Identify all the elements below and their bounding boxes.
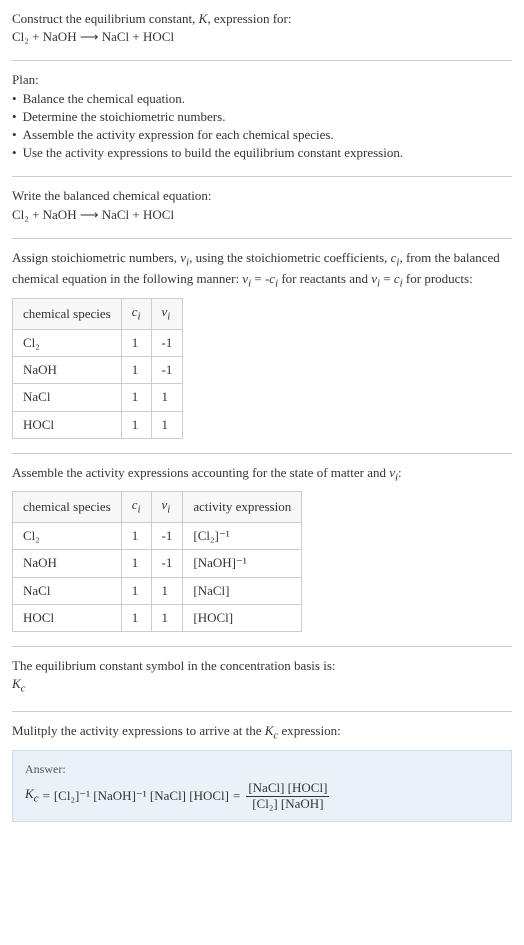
fraction: [NaCl] [HOCl] [Cl₂] [NaOH] (246, 781, 329, 811)
col-vi: νi (151, 299, 183, 330)
col-species: chemical species (13, 492, 122, 523)
assign-section: Assign stoichiometric numbers, νi, using… (12, 249, 512, 439)
answer-label: Answer: (25, 761, 499, 778)
divider (12, 238, 512, 239)
multiply-text: Mulitply the activity expressions to arr… (12, 722, 512, 744)
table-row: NaCl11 (13, 384, 183, 411)
table-row: NaOH1-1 (13, 357, 183, 384)
table-row: NaCl11[NaCl] (13, 577, 302, 604)
fraction-numerator: [NaCl] [HOCl] (246, 781, 329, 796)
activity-section: Assemble the activity expressions accoun… (12, 464, 512, 632)
cell: 1 (151, 604, 183, 631)
table-header-row: chemical species ci νi activity expressi… (13, 492, 302, 523)
balanced-heading: Write the balanced chemical equation: (12, 187, 512, 205)
symbol-section: The equilibrium constant symbol in the c… (12, 657, 512, 697)
plan-item: • Determine the stoichiometric numbers. (12, 108, 512, 126)
intro-section: Construct the equilibrium constant, K, e… (12, 10, 512, 46)
table-row: HOCl11[HOCl] (13, 604, 302, 631)
cell: 1 (121, 329, 151, 356)
cell: NaCl (13, 577, 122, 604)
cell: NaCl (13, 384, 122, 411)
table-row: Cl₂1-1 (13, 329, 183, 356)
cell: 1 (151, 577, 183, 604)
cell: [NaCl] (183, 577, 302, 604)
cell: 1 (121, 523, 151, 550)
bullet-icon: • (12, 126, 17, 144)
cell: -1 (151, 550, 183, 577)
product-terms: [Cl₂]⁻¹ [NaOH]⁻¹ [NaCl] [HOCl] (54, 787, 229, 805)
cell: HOCl (13, 411, 122, 438)
cell: [NaOH]⁻¹ (183, 550, 302, 577)
multiply-section: Mulitply the activity expressions to arr… (12, 722, 512, 822)
col-vi: νi (151, 492, 183, 523)
cell: HOCl (13, 604, 122, 631)
plan-item-text: Determine the stoichiometric numbers. (23, 108, 226, 126)
cell: Cl₂ (13, 329, 122, 356)
bullet-icon: • (12, 90, 17, 108)
cell: NaOH (13, 357, 122, 384)
col-activity: activity expression (183, 492, 302, 523)
divider (12, 60, 512, 61)
kc-lhs: Kc (25, 785, 38, 807)
intro-line1: Construct the equilibrium constant, K, e… (12, 10, 512, 28)
cell: 1 (121, 357, 151, 384)
divider (12, 646, 512, 647)
cell: 1 (121, 577, 151, 604)
assign-text: Assign stoichiometric numbers, νi, using… (12, 249, 512, 293)
cell: NaOH (13, 550, 122, 577)
stoich-table: chemical species ci νi Cl₂1-1 NaOH1-1 Na… (12, 298, 183, 439)
plan-item: • Assemble the activity expression for ea… (12, 126, 512, 144)
eq-sign: = (42, 787, 49, 805)
cell: -1 (151, 329, 183, 356)
cell: 1 (121, 411, 151, 438)
col-species: chemical species (13, 299, 122, 330)
cell: 1 (151, 384, 183, 411)
intro-equation: Cl₂ + NaOH ⟶ NaCl + HOCl (12, 28, 512, 46)
cell: 1 (121, 384, 151, 411)
eq-sign: = (233, 787, 240, 805)
col-ci: ci (121, 299, 151, 330)
plan-item: • Use the activity expressions to build t… (12, 144, 512, 162)
divider (12, 176, 512, 177)
activity-text: Assemble the activity expressions accoun… (12, 464, 512, 486)
cell: -1 (151, 523, 183, 550)
divider (12, 711, 512, 712)
cell: Cl₂ (13, 523, 122, 550)
table-row: HOCl11 (13, 411, 183, 438)
bullet-icon: • (12, 108, 17, 126)
plan-section: Plan: • Balance the chemical equation. • D… (12, 71, 512, 162)
answer-box: Answer: Kc = [Cl₂]⁻¹ [NaOH]⁻¹ [NaCl] [HO… (12, 750, 512, 822)
plan-item: • Balance the chemical equation. (12, 90, 512, 108)
table-row: Cl₂1-1[Cl₂]⁻¹ (13, 523, 302, 550)
cell: [Cl₂]⁻¹ (183, 523, 302, 550)
cell: 1 (151, 411, 183, 438)
cell: 1 (121, 550, 151, 577)
cell: 1 (121, 604, 151, 631)
activity-table: chemical species ci νi activity expressi… (12, 491, 302, 632)
cell: -1 (151, 357, 183, 384)
symbol-text: The equilibrium constant symbol in the c… (12, 657, 512, 675)
plan-item-text: Assemble the activity expression for eac… (23, 126, 334, 144)
balanced-equation: Cl₂ + NaOH ⟶ NaCl + HOCl (12, 206, 512, 224)
kc-symbol: Kc (12, 675, 512, 697)
plan-heading: Plan: (12, 71, 512, 89)
plan-item-text: Use the activity expressions to build th… (23, 144, 404, 162)
fraction-denominator: [Cl₂] [NaOH] (250, 797, 325, 811)
table-header-row: chemical species ci νi (13, 299, 183, 330)
bullet-icon: • (12, 144, 17, 162)
cell: [HOCl] (183, 604, 302, 631)
col-ci: ci (121, 492, 151, 523)
table-row: NaOH1-1[NaOH]⁻¹ (13, 550, 302, 577)
divider (12, 453, 512, 454)
answer-expression: Kc = [Cl₂]⁻¹ [NaOH]⁻¹ [NaCl] [HOCl] = [N… (25, 781, 499, 811)
plan-item-text: Balance the chemical equation. (23, 90, 185, 108)
balanced-section: Write the balanced chemical equation: Cl… (12, 187, 512, 223)
